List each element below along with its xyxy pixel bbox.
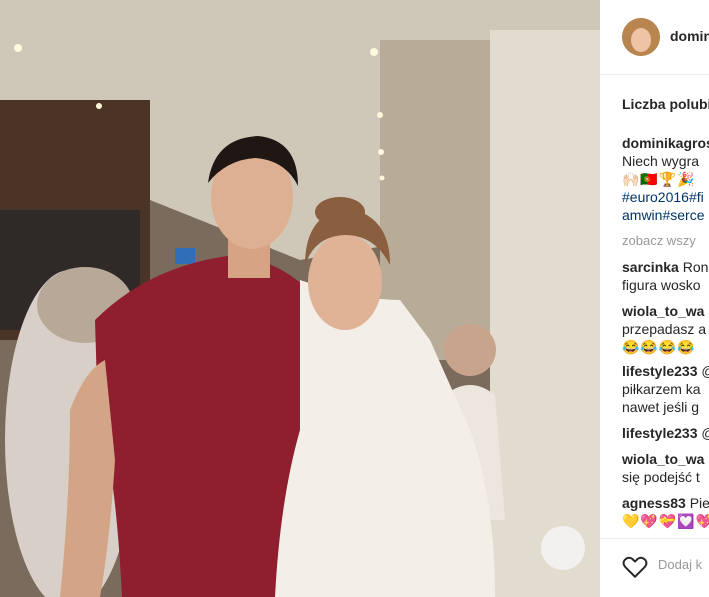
- comment-text: się podejść t: [622, 469, 700, 485]
- comment-emojis: 😂😂😂😂: [622, 339, 696, 355]
- comment-emojis: 💛💖💝💟💖: [622, 513, 709, 529]
- add-comment-input[interactable]: Dodaj k: [658, 557, 702, 572]
- caption-emojis: 🙌🏻🇵🇹🏆🎉: [622, 171, 696, 187]
- comment-text: Pie: [689, 495, 709, 511]
- user-avatar[interactable]: [622, 18, 660, 56]
- likes-count[interactable]: Liczba polubi: [622, 96, 709, 112]
- post-actions: Dodaj k: [600, 538, 709, 597]
- comment: sarcinka Ron figura wosko: [622, 258, 709, 294]
- comment-text: Ron: [682, 259, 709, 275]
- post-photo: [0, 0, 600, 597]
- caption-author[interactable]: dominikagros: [622, 135, 709, 151]
- comment-author[interactable]: wiola_to_wa: [622, 451, 704, 467]
- comment-text: @: [701, 425, 709, 441]
- comments-list: dominikagros Niech wygra 🙌🏻🇵🇹🏆🎉 #euro201…: [622, 134, 709, 530]
- comment-text: @: [701, 363, 709, 379]
- photo-scene: [0, 0, 600, 597]
- comment-author[interactable]: agness83: [622, 495, 686, 511]
- comment-text: nawet jeśli g: [622, 399, 700, 415]
- comment: lifestyle233 @ piłkarzem ka nawet jeśli …: [622, 362, 709, 416]
- comment: wiola_to_wa przepadasz a 😂😂😂😂: [622, 302, 709, 356]
- comment-author[interactable]: lifestyle233: [622, 425, 698, 441]
- hashtags-line-2[interactable]: amwin#serce: [622, 206, 709, 224]
- caption-text: Niech wygra: [622, 153, 700, 169]
- comment: lifestyle233 @: [622, 424, 709, 442]
- hashtags-line-1[interactable]: #euro2016#fi: [622, 188, 709, 206]
- comment-text: figura wosko: [622, 277, 701, 293]
- comment-author[interactable]: sarcinka: [622, 259, 679, 275]
- heart-icon[interactable]: [622, 555, 648, 579]
- avatar-image: [622, 18, 660, 56]
- comment: wiola_to_wa się podejść t: [622, 450, 709, 486]
- comment-text: przepadasz a: [622, 321, 707, 337]
- comment-text: piłkarzem ka: [622, 381, 701, 397]
- comment-author[interactable]: lifestyle233: [622, 363, 698, 379]
- comment-author[interactable]: wiola_to_wa: [622, 303, 704, 319]
- see-all-comments[interactable]: zobacz wszy: [622, 232, 709, 250]
- post-username[interactable]: domin: [670, 28, 709, 44]
- post-sidebar: domin Liczba polubi dominikagros Niech w…: [600, 0, 709, 597]
- comment: agness83 Pie 💛💖💝💟💖: [622, 494, 709, 530]
- caption-author-line: dominikagros: [622, 134, 709, 152]
- post-header: domin: [600, 0, 709, 75]
